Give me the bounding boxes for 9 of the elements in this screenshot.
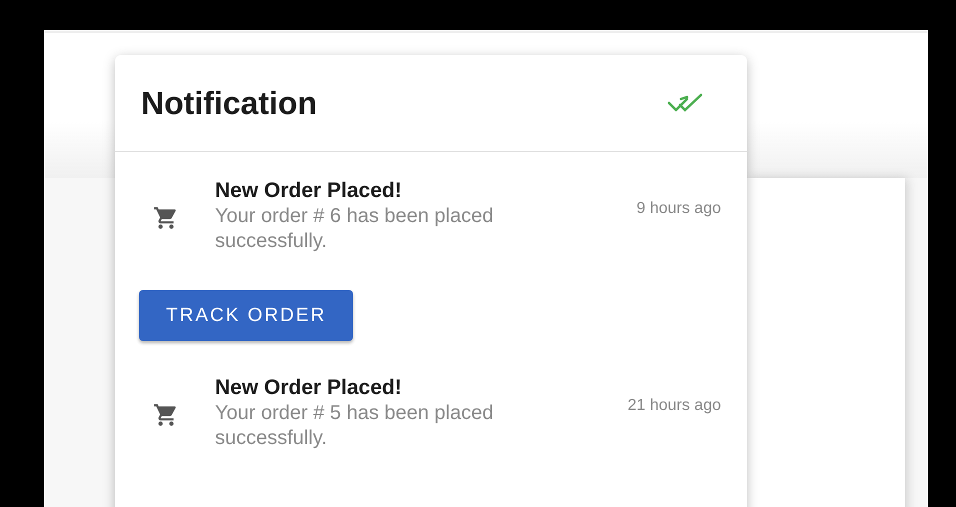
notification-title: New Order Placed! bbox=[215, 375, 403, 401]
double-check-icon[interactable] bbox=[667, 92, 703, 114]
notification-title: New Order Placed! bbox=[215, 178, 403, 204]
notification-message: Your order # 5 has been placed successfully. bbox=[215, 401, 494, 451]
notification-time: 21 hours ago bbox=[628, 397, 721, 415]
notification-message: Your order # 6 has been placed successfully. bbox=[215, 204, 494, 254]
panel-title: Notification bbox=[141, 84, 317, 122]
notification-time: 9 hours ago bbox=[636, 200, 721, 218]
track-order-button[interactable]: TRACK ORDER bbox=[139, 290, 354, 341]
